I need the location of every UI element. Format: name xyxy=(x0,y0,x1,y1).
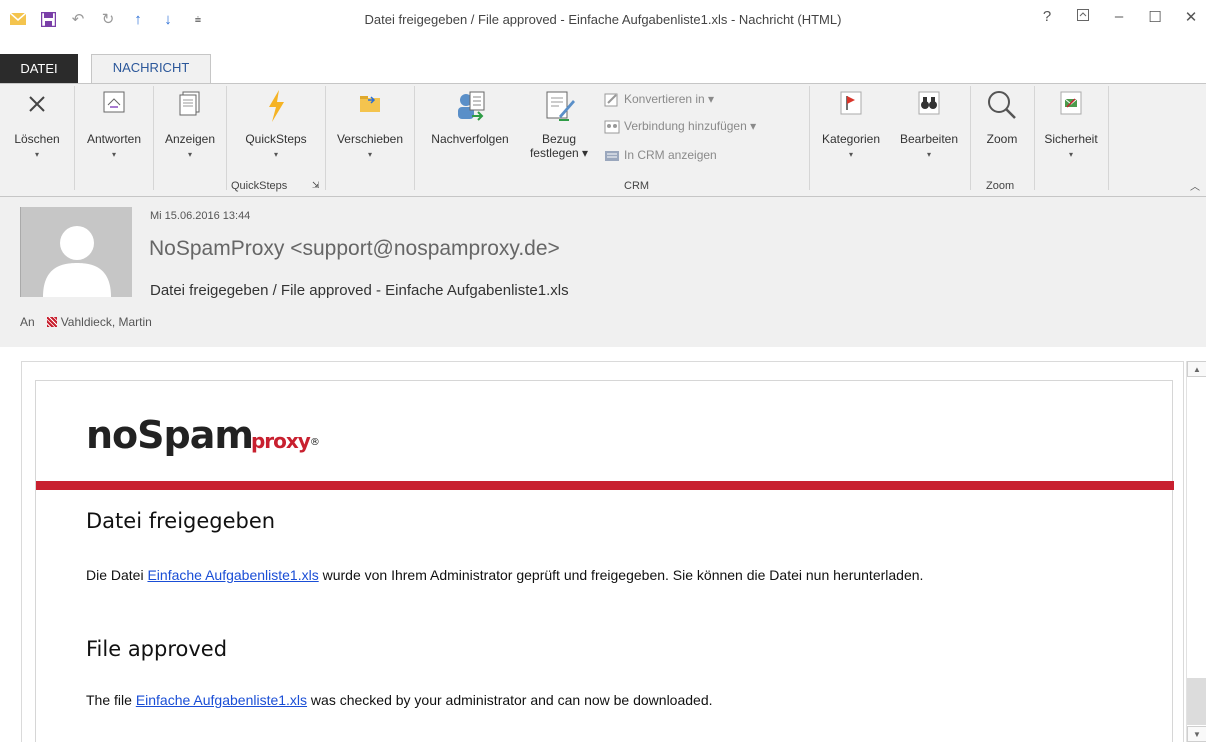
lightning-icon xyxy=(260,88,292,122)
vertical-scrollbar[interactable]: ▲ ▼ xyxy=(1186,361,1206,742)
delete-icon xyxy=(21,88,53,120)
nospamproxy-logo: noSpamproxy® xyxy=(86,413,320,457)
convert-icon xyxy=(604,93,620,107)
separator xyxy=(74,86,75,190)
dialog-launcher-icon[interactable]: ⇲ xyxy=(312,180,320,191)
message-header: Mi 15.06.2016 13:44 NoSpamProxy <support… xyxy=(0,197,1206,347)
flag-icon xyxy=(835,88,867,120)
scroll-thumb[interactable] xyxy=(1187,678,1206,725)
dropdown-caret-icon: ▾ xyxy=(848,150,853,159)
dropdown-caret-icon: ▾ xyxy=(111,150,116,159)
collapse-ribbon-icon[interactable]: ︿ xyxy=(1190,178,1200,193)
view-icon xyxy=(174,88,206,120)
magnifier-icon xyxy=(984,88,1020,124)
message-subject: Datei freigegeben / File approved - Einf… xyxy=(150,282,569,299)
add-connection-button[interactable]: Verbindung hinzufügen ▾ xyxy=(604,119,756,134)
ribbon-display-icon[interactable] xyxy=(1076,8,1090,26)
paragraph-en: The file Einfache Aufgabenliste1.xls was… xyxy=(86,692,713,708)
minimize-button[interactable]: – xyxy=(1112,8,1126,26)
email-card: noSpamproxy® Datei freigegeben Die Datei… xyxy=(35,380,1174,742)
separator xyxy=(970,86,971,190)
dropdown-caret-icon: ▾ xyxy=(34,150,39,159)
close-button[interactable]: ✕ xyxy=(1184,8,1198,26)
scroll-up-icon[interactable]: ▲ xyxy=(1187,361,1206,377)
avatar xyxy=(20,207,132,297)
window-title: Datei freigegeben / File approved - Einf… xyxy=(364,12,842,27)
recipient-line: An Vahldieck, Martin xyxy=(20,315,152,329)
message-sender[interactable]: NoSpamProxy <support@nospamproxy.de> xyxy=(149,237,560,261)
contacts-icon xyxy=(450,88,490,128)
security-button[interactable]: Sicherheit ▾ xyxy=(1037,88,1105,159)
recipient-status-icon xyxy=(46,317,57,327)
group-label-quicksteps: QuickSteps xyxy=(231,180,288,192)
tab-message[interactable]: NACHRICHT xyxy=(91,54,211,84)
scroll-track[interactable] xyxy=(1187,378,1206,678)
convert-to-button[interactable]: Konvertieren in ▾ xyxy=(604,92,714,107)
crm-icon xyxy=(604,149,620,163)
separator xyxy=(153,86,154,190)
brand-divider xyxy=(36,481,1174,490)
zoom-button[interactable]: Zoom xyxy=(974,88,1030,146)
paragraph-de: Die Datei Einfache Aufgabenliste1.xls wu… xyxy=(86,567,924,583)
attachment-link-de[interactable]: Einfache Aufgabenliste1.xls xyxy=(147,567,318,583)
separator xyxy=(325,86,326,190)
ribbon: Löschen ▾ Antworten ▾ Anzeigen ▾ QuickSt… xyxy=(0,83,1206,197)
dropdown-caret-icon: ▾ xyxy=(367,150,372,159)
message-body: noSpamproxy® Datei freigegeben Die Datei… xyxy=(21,361,1184,742)
connection-icon xyxy=(604,120,620,134)
group-label-zoom: Zoom xyxy=(986,180,1015,192)
heading-en: File approved xyxy=(86,637,228,661)
move-folder-icon xyxy=(354,88,386,120)
separator xyxy=(809,86,810,190)
binoculars-icon xyxy=(913,88,945,120)
categories-button[interactable]: Kategorien ▾ xyxy=(812,88,890,159)
help-button[interactable]: ? xyxy=(1040,8,1054,26)
message-date: Mi 15.06.2016 13:44 xyxy=(150,210,251,222)
delete-button[interactable]: Löschen ▾ xyxy=(4,88,70,159)
edit-button[interactable]: Bearbeiten ▾ xyxy=(890,88,968,159)
show-button[interactable]: Anzeigen ▾ xyxy=(156,88,224,159)
attachment-link-en[interactable]: Einfache Aufgabenliste1.xls xyxy=(136,692,307,708)
window-controls: ? – ☐ ✕ xyxy=(1040,8,1198,26)
scroll-down-icon[interactable]: ▼ xyxy=(1187,726,1206,742)
followup-button[interactable]: Nachverfolgen xyxy=(418,88,522,146)
separator xyxy=(414,86,415,190)
reply-button[interactable]: Antworten ▾ xyxy=(78,88,150,159)
security-icon xyxy=(1055,88,1087,120)
separator xyxy=(226,86,227,190)
dropdown-caret-icon: ▾ xyxy=(187,150,192,159)
dropdown-caret-icon: ▾ xyxy=(1068,150,1073,159)
group-label-crm: CRM xyxy=(624,180,650,192)
heading-de: Datei freigegeben xyxy=(86,509,276,533)
title-bar: ↶ ↻ ↑ ↓ ⩧ Datei freigegeben / File appro… xyxy=(0,0,1206,50)
ribbon-tabs: DATEI NACHRICHT xyxy=(0,50,1206,84)
show-in-crm-button[interactable]: In CRM anzeigen xyxy=(604,148,717,163)
document-edit-icon xyxy=(539,88,579,128)
separator xyxy=(1108,86,1109,190)
reply-icon xyxy=(98,88,130,120)
quicksteps-button[interactable]: QuickSteps ▾ xyxy=(230,88,322,159)
to-label: An xyxy=(20,315,35,329)
separator xyxy=(1034,86,1035,190)
move-button[interactable]: Verschieben ▾ xyxy=(328,88,412,159)
recipient-name[interactable]: Vahldieck, Martin xyxy=(61,315,152,329)
dropdown-caret-icon: ▾ xyxy=(273,150,278,159)
maximize-button[interactable]: ☐ xyxy=(1148,8,1162,26)
set-regarding-button[interactable]: Bezug festlegen ▾ xyxy=(524,88,594,160)
tab-file[interactable]: DATEI xyxy=(0,54,78,83)
dropdown-caret-icon: ▾ xyxy=(926,150,931,159)
